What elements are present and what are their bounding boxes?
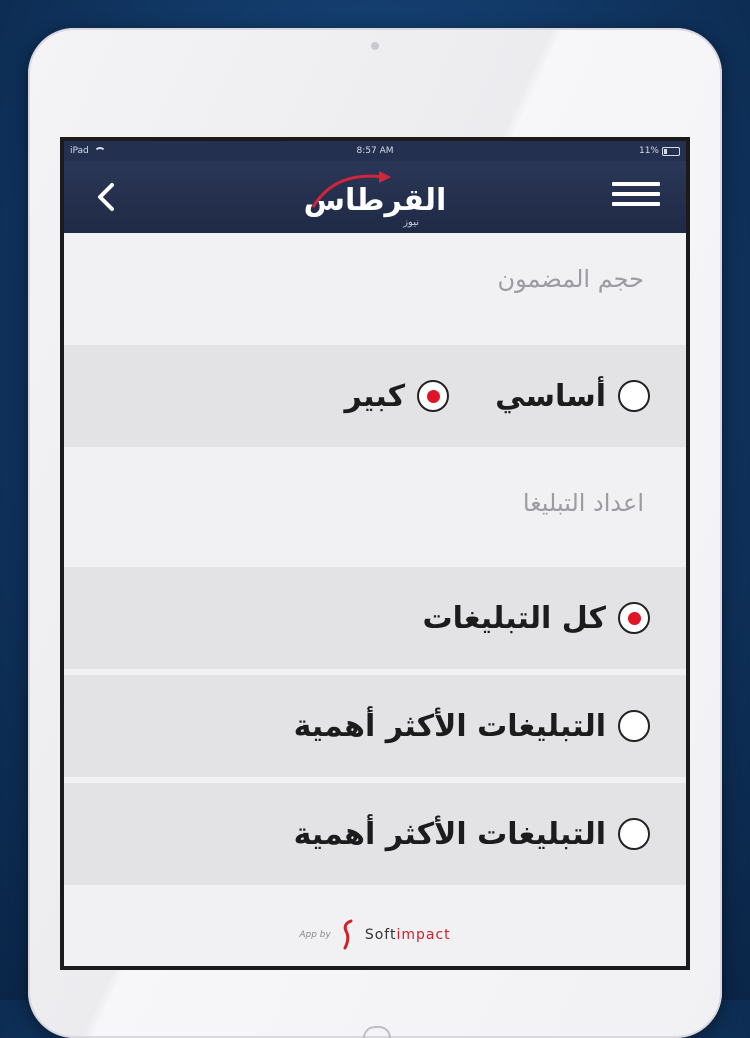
- status-time: 8:57 AM: [356, 146, 394, 156]
- radio-basic[interactable]: [618, 380, 650, 412]
- notifications-title: اعداد التبليغا: [64, 453, 686, 567]
- option-all-notifications[interactable]: كل التبليغات: [422, 601, 650, 636]
- app-logo: القرطاس نيوز: [295, 167, 455, 229]
- status-battery: 11%: [639, 146, 680, 156]
- home-button[interactable]: [363, 1026, 391, 1038]
- option-important-label: التبليغات الأكثر أهمية: [293, 708, 606, 744]
- option-important-notifications-2[interactable]: التبليغات الأكثر أهمية: [294, 817, 650, 852]
- radio-important-notifications[interactable]: [618, 710, 650, 742]
- battery-percent: 11%: [638, 146, 659, 156]
- settings-content: حجم المضمون أساسي كبير اعداد التبليغا كل…: [64, 233, 686, 966]
- radio-large[interactable]: [417, 380, 450, 412]
- brand-prefix: Soft: [364, 927, 397, 943]
- notification-option-important-2[interactable]: التبليغات الأكثر أهمية: [64, 783, 686, 891]
- status-bar: iPad 8:57 AM 11%: [64, 141, 686, 161]
- option-basic-label: أساسي: [495, 378, 606, 414]
- option-large-label: كبير: [344, 378, 406, 414]
- chevron-left-icon[interactable]: [90, 180, 124, 214]
- content-size-title: حجم المضمون: [64, 233, 686, 345]
- app-by-label: App by: [299, 930, 331, 940]
- option-large[interactable]: كبير: [344, 378, 450, 414]
- hamburger-menu-icon[interactable]: [612, 176, 660, 216]
- radio-important-notifications-2[interactable]: [618, 818, 650, 850]
- notification-option-all[interactable]: كل التبليغات: [64, 567, 686, 675]
- brand-name: Softimpact: [365, 927, 451, 943]
- brand-suffix: impact: [396, 927, 451, 943]
- app-screen: iPad 8:57 AM 11% القرطاس نيوز حجم المضمو…: [60, 137, 690, 970]
- notification-option-important[interactable]: التبليغات الأكثر أهمية: [64, 675, 686, 783]
- option-basic[interactable]: أساسي: [495, 379, 650, 414]
- battery-icon: [662, 146, 680, 156]
- option-important-label-2: التبليغات الأكثر أهمية: [293, 816, 606, 852]
- top-navbar: القرطاس نيوز: [64, 161, 686, 233]
- softimpact-logo-icon: [343, 919, 353, 950]
- radio-all-notifications[interactable]: [618, 602, 650, 634]
- option-all-label: كل التبليغات: [422, 600, 606, 636]
- option-important-notifications[interactable]: التبليغات الأكثر أهمية: [294, 709, 650, 744]
- logo-subtext: نيوز: [403, 217, 419, 228]
- logo-text: القرطاس: [303, 183, 448, 218]
- footer-credit: App by Softimpact: [64, 904, 686, 966]
- content-size-options: أساسي كبير: [64, 345, 686, 453]
- front-camera: [371, 42, 379, 50]
